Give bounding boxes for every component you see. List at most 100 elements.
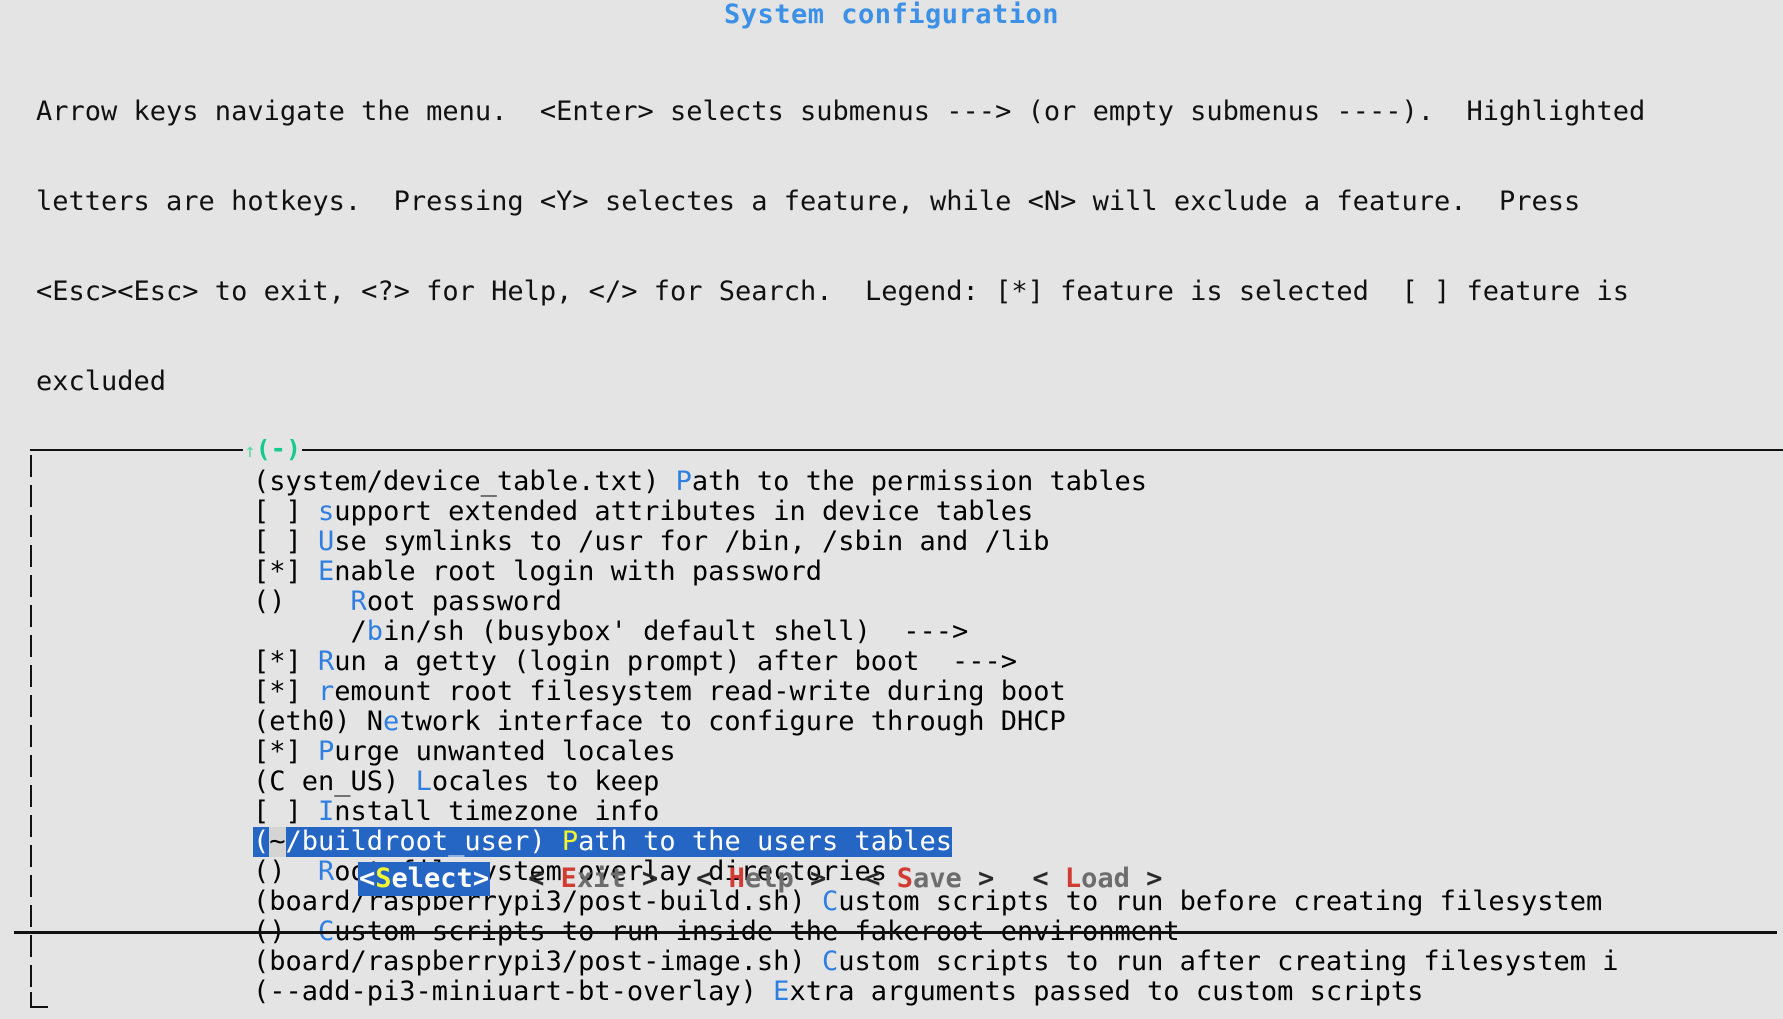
menu-frame-top-border: ↑(-) xyxy=(30,439,1783,461)
button-label: elect xyxy=(391,863,473,894)
button-hotkey: S xyxy=(896,863,914,894)
button-label: elp xyxy=(744,863,794,894)
load-button[interactable]: < Load > xyxy=(1032,862,1162,896)
menu-item-label: ath to the users tables xyxy=(578,827,953,857)
menu-item-label: ath to the permission tables xyxy=(691,467,1148,497)
menu-item-prefix: [ ] xyxy=(253,797,319,827)
button-bar[interactable]: <Select> < Exit > < Help > < Save > < Load > xyxy=(0,862,1783,896)
title-bar: System configuration xyxy=(0,0,1783,30)
menu-item-label: xtra arguments passed to custom scripts xyxy=(789,977,1424,1007)
menu-item[interactable]: (C en_US) Locales to keep xyxy=(253,767,1783,797)
button-close-bracket: > xyxy=(961,863,995,894)
button-close-bracket: > xyxy=(472,863,490,894)
menu-list[interactable]: (system/device_table.txt) Path to the pe… xyxy=(253,467,1783,1007)
help-line-2: letters are hotkeys. Pressing <Y> select… xyxy=(36,186,1581,217)
button-label: oad xyxy=(1081,863,1130,894)
help-button[interactable]: < Help > xyxy=(696,862,826,896)
menu-item-hotkey: s xyxy=(318,497,335,527)
menu-item-prefix: [ ] xyxy=(253,527,319,557)
menu-item-prefix: [*] xyxy=(253,677,319,707)
select-button[interactable]: <Select> xyxy=(358,862,491,896)
menu-item[interactable]: [*] remount root filesystem read-write d… xyxy=(253,677,1783,707)
button-open-bracket: < xyxy=(528,863,561,894)
menu-item-prefix: (--add-pi3-miniuart-bt-overlay) xyxy=(253,977,774,1007)
menu-item-label: in/sh (busybox' default shell) ---> xyxy=(383,617,969,647)
menu-item-hotkey: I xyxy=(318,797,335,827)
menu-frame-bottom-left-corner xyxy=(30,992,48,1008)
button-hotkey: S xyxy=(375,863,392,894)
menu-item[interactable]: /bin/sh (busybox' default shell) ---> xyxy=(253,617,1783,647)
menu-item-hotkey: r xyxy=(318,677,335,707)
menu-item-label: nstall timezone info xyxy=(334,797,660,827)
menu-item[interactable]: (board/raspberrypi3/post-image.sh) Custo… xyxy=(253,947,1783,977)
menu-item-hotkey: R xyxy=(318,647,335,677)
button-close-bracket: > xyxy=(793,863,827,894)
menu-item[interactable]: (eth0) Network interface to configure th… xyxy=(253,707,1783,737)
menu-item-label: upport extended attributes in device tab… xyxy=(334,497,1034,527)
menu-item-prefix: (C en_US) xyxy=(253,767,416,797)
button-open-bracket: < xyxy=(1032,863,1065,894)
menu-item[interactable]: [ ] Use symlinks to /usr for /bin, /sbin… xyxy=(253,527,1783,557)
menu-item-label: se symlinks to /usr for /bin, /sbin and … xyxy=(334,527,1050,557)
button-hotkey: H xyxy=(728,863,745,894)
menu-item-prefix: [*] xyxy=(253,557,319,587)
scroll-up-arrow-icon: ↑ xyxy=(244,440,256,461)
button-close-bracket: > xyxy=(1129,863,1163,894)
menu-item-hotkey: E xyxy=(318,557,335,587)
menu-item-prefix: () xyxy=(253,587,351,617)
menu-item-hotkey: U xyxy=(318,527,335,557)
menu-item-hotkey: R xyxy=(350,587,367,617)
save-button[interactable]: < Save > xyxy=(864,862,994,896)
menu-item[interactable]: [ ] support extended attributes in devic… xyxy=(253,497,1783,527)
scroll-up-indicator[interactable]: ↑(-) xyxy=(243,439,302,461)
menu-item[interactable]: [ ] Install timezone info xyxy=(253,797,1783,827)
help-text: Arrow keys navigate the menu. <Enter> se… xyxy=(0,30,1783,427)
scroll-marker: (-) xyxy=(255,439,301,461)
menu-item[interactable]: (~/buildroot_user) Path to the users tab… xyxy=(253,827,1783,857)
menu-item-prefix: [*] xyxy=(253,647,319,677)
menu-item-hotkey: E xyxy=(773,977,790,1007)
exit-button[interactable]: < Exit > xyxy=(528,862,658,896)
button-hotkey: E xyxy=(560,863,577,894)
menu-item-hotkey: P xyxy=(561,827,579,857)
button-open-bracket: < xyxy=(359,863,376,894)
button-hotkey: L xyxy=(1064,863,1082,894)
menu-item-prefix: / xyxy=(253,617,367,647)
menu-item-label: emount root filesystem read-write during… xyxy=(334,677,1066,707)
help-line-4: excluded xyxy=(36,366,167,397)
button-label: ave xyxy=(913,863,962,894)
menu-item-prefix: (board/raspberrypi3/post-image.sh) xyxy=(253,947,822,977)
help-line-3: <Esc><Esc> to exit, <?> for Help, </> fo… xyxy=(36,276,1630,307)
menu-item-hotkey: e xyxy=(383,707,400,737)
button-label: xit xyxy=(576,863,626,894)
menu-item[interactable]: [*] Enable root login with password xyxy=(253,557,1783,587)
page-title: System configuration xyxy=(723,0,1060,30)
frame-dash-left xyxy=(30,449,244,451)
menu-item-label: ustom scripts to run after creating file… xyxy=(838,947,1619,977)
menu-item-label: nable root login with password xyxy=(334,557,822,587)
menu-frame-left-border xyxy=(30,455,32,1000)
menu-item-label: twork interface to configure through DHC… xyxy=(399,707,1066,737)
menu-item-hotkey: L xyxy=(415,767,432,797)
menu-item-prefix: (system/device_table.txt) xyxy=(253,467,676,497)
menu-item[interactable]: (--add-pi3-miniuart-bt-overlay) Extra ar… xyxy=(253,977,1783,1007)
menu-item-label: oot password xyxy=(366,587,562,617)
menu-item-prefix: ( xyxy=(253,827,270,857)
frame-dash-right xyxy=(301,449,1783,451)
button-open-bracket: < xyxy=(864,863,897,894)
text-cursor: ~ xyxy=(269,827,286,857)
menu-item-label: ocales to keep xyxy=(431,767,660,797)
bottom-rule xyxy=(14,931,1777,934)
menu-item-hotkey: P xyxy=(675,467,692,497)
menu-item[interactable]: () Root password xyxy=(253,587,1783,617)
menu-item[interactable]: (system/device_table.txt) Path to the pe… xyxy=(253,467,1783,497)
menu-item-prefix: (eth0) N xyxy=(253,707,384,737)
menu-item-hotkey: C xyxy=(821,947,839,977)
menu-item[interactable]: [*] Run a getty (login prompt) after boo… xyxy=(253,647,1783,677)
menu-item-prefix-rest: /buildroot_user) xyxy=(285,827,562,857)
menu-item-prefix: [ ] xyxy=(253,497,319,527)
menu-item-prefix: [*] xyxy=(253,737,319,767)
button-open-bracket: < xyxy=(696,863,729,894)
menu-item[interactable]: [*] Purge unwanted locales xyxy=(253,737,1783,767)
menu-item-hotkey: b xyxy=(366,617,384,647)
